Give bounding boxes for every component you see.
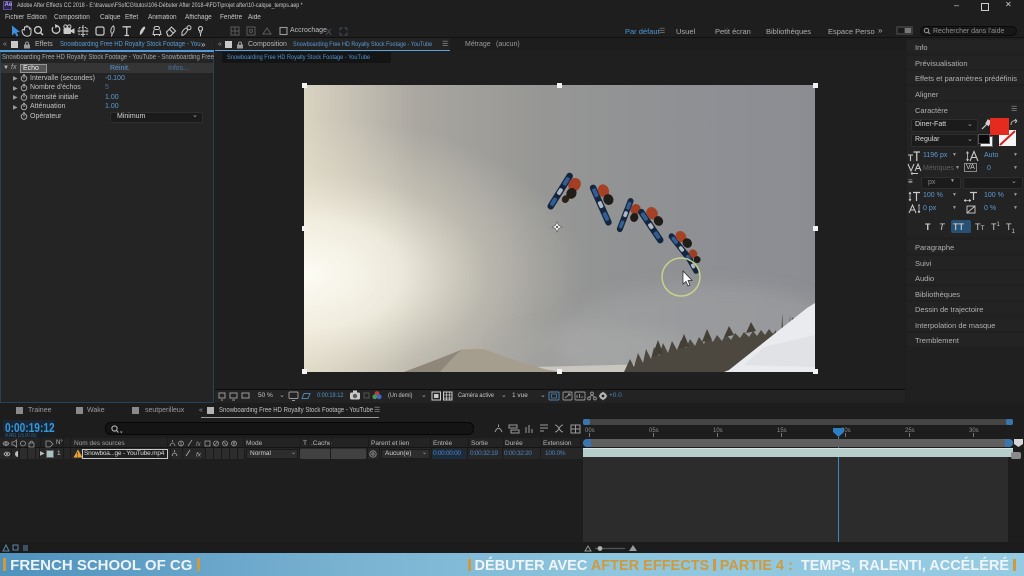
svg-text:!: ! bbox=[77, 452, 79, 458]
svg-text:fx: fx bbox=[196, 452, 202, 459]
